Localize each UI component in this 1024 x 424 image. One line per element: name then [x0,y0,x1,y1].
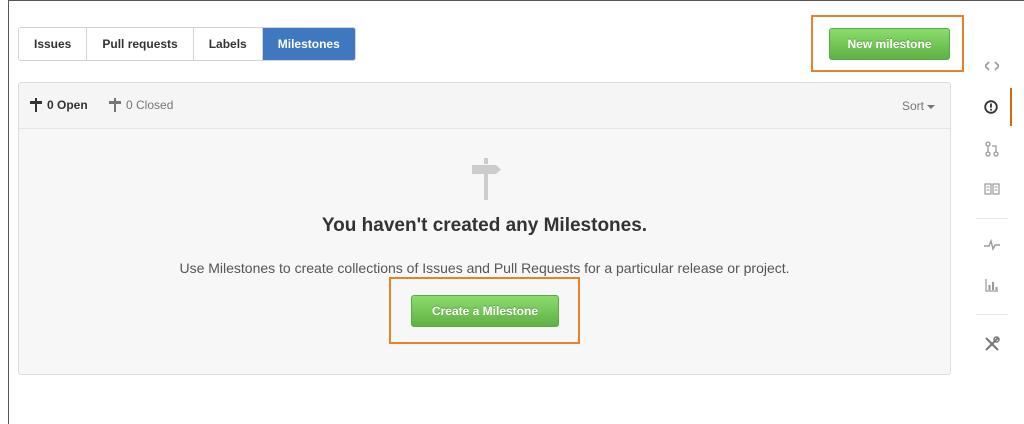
tab-pull-requests[interactable]: Pull requests [87,28,194,60]
tab-milestones[interactable]: Milestones [262,28,355,60]
sidebar-item-graphs[interactable] [972,266,1012,304]
sidebar-item-issues[interactable] [972,88,1012,126]
blankslate-heading: You haven't created any Milestones. [321,215,648,236]
create-milestone-button[interactable]: Create a Milestone [411,295,559,327]
tab-labels[interactable]: Labels [193,28,263,60]
milestone-icon [30,98,42,112]
closed-milestones-filter[interactable]: 0 Closed [108,98,173,112]
sort-label: Sort [901,99,924,113]
caret-down-icon [927,104,935,109]
sidebar-item-pulse[interactable] [972,226,1012,264]
code-icon [985,61,999,71]
sidebar-item-wiki[interactable] [972,170,1012,208]
graph-icon [985,279,998,292]
closed-count-label: 0 Closed [126,98,174,112]
sidebar-divider [976,314,1008,315]
sidebar-divider [976,218,1008,219]
issues-nav-tabs: Issues Pull requests Labels Milestones [18,27,356,61]
blankslate-description: Use Milestones to create collections of … [179,260,790,276]
open-count-label: 0 Open [47,98,88,112]
blankslate: You haven't created any Milestones. Use … [19,130,950,374]
tools-icon [985,336,1000,351]
repo-sidebar [972,42,1012,382]
sidebar-item-settings[interactable] [972,325,1012,363]
milestones-filter-header: 0 Open 0 Closed Sort [19,83,950,129]
milestone-large-icon [472,158,501,200]
issue-opened-icon [984,100,998,114]
milestones-box: 0 Open 0 Closed Sort You haven't created… [18,82,951,375]
sidebar-item-code[interactable] [972,47,1012,85]
sort-dropdown[interactable]: Sort [902,99,935,113]
open-milestones-filter[interactable]: 0 Open [29,98,88,112]
milestone-icon [109,98,121,112]
git-pull-request-icon [985,141,999,157]
pulse-icon [984,239,1000,251]
new-milestone-button[interactable]: New milestone [829,28,950,60]
book-icon [984,183,1000,195]
tab-issues[interactable]: Issues [19,28,88,60]
sidebar-item-pull-requests[interactable] [972,130,1012,168]
